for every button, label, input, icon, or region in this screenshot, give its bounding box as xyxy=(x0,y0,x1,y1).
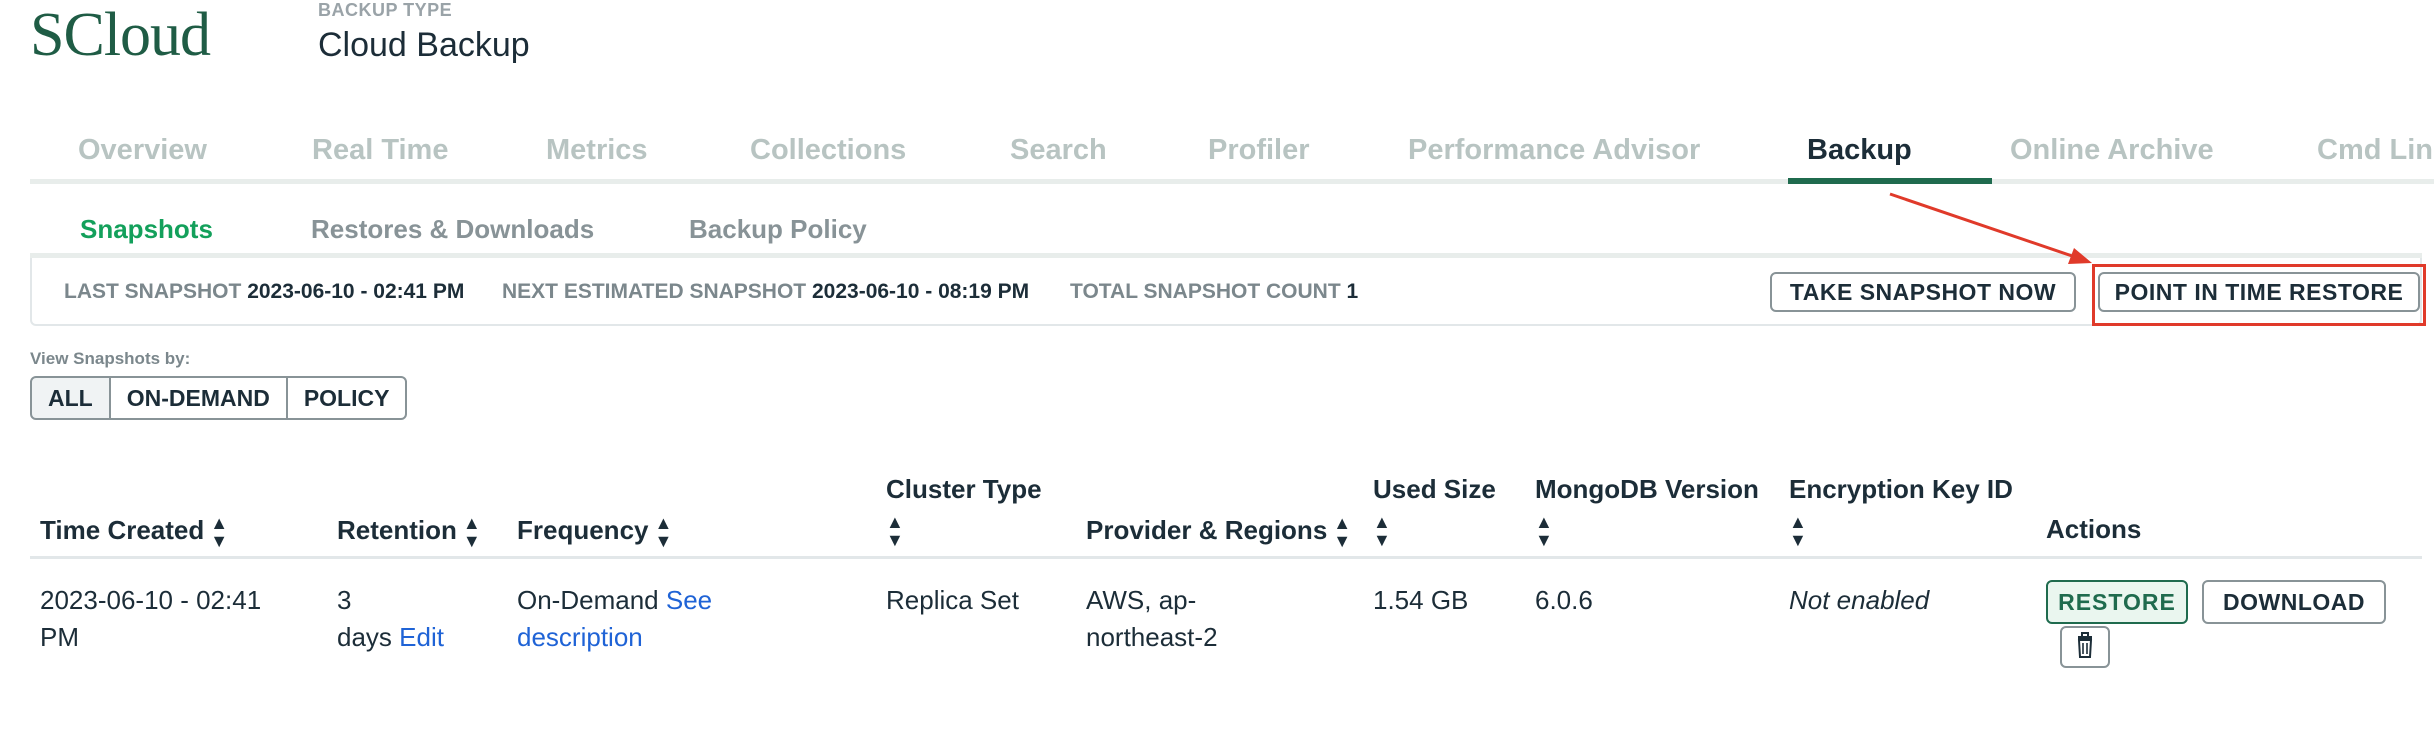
see-description-link[interactable]: description xyxy=(517,619,712,656)
tab-metrics[interactable]: Metrics xyxy=(546,134,648,167)
tab-collections[interactable]: Collections xyxy=(750,134,906,167)
tab-performance-advisor[interactable]: Performance Advisor xyxy=(1408,134,1700,167)
retention-value: 3 xyxy=(337,585,352,615)
subtab-snapshots[interactable]: Snapshots xyxy=(80,214,213,245)
next-snapshot-info: NEXT ESTIMATED SNAPSHOT 2023-06-10 - 08:… xyxy=(502,280,1029,304)
column-header-provider-regions[interactable]: Provider & Regions ▲ ▼ xyxy=(1086,514,1351,550)
retention-unit: days xyxy=(337,622,392,652)
cell-mongodb-version: 6.0.6 xyxy=(1535,585,1593,615)
backup-type-label: BACKUP TYPE xyxy=(318,0,453,20)
see-description-link[interactable]: See xyxy=(666,585,712,615)
trash-icon xyxy=(2077,632,2093,658)
frequency-value: On-Demand xyxy=(517,585,659,615)
backup-type-value: Cloud Backup xyxy=(318,26,530,64)
tab-backup[interactable]: Backup xyxy=(1807,134,1912,167)
cell-retention: 3 days Edit xyxy=(337,582,444,656)
filter-policy-button[interactable]: POLICY xyxy=(285,376,408,420)
tab-profiler[interactable]: Profiler xyxy=(1208,134,1310,167)
column-header-frequency[interactable]: Frequency ▲ ▼ xyxy=(517,514,672,550)
sort-icon[interactable]: ▲ ▼ xyxy=(655,514,673,550)
column-header-time-created[interactable]: Time Created ▲ ▼ xyxy=(40,514,228,550)
column-label: Provider & Regions xyxy=(1086,514,1328,545)
cell-cluster-type: Replica Set xyxy=(886,585,1019,615)
column-label: Used Size xyxy=(1373,474,1496,504)
filter-all-button[interactable]: ALL xyxy=(30,376,111,420)
cell-time-created: 2023-06-10 - 02:41 PM xyxy=(40,582,261,656)
column-label: Time Created xyxy=(40,514,205,545)
brand-logo[interactable]: SCloud xyxy=(30,0,211,70)
column-header-cluster-type[interactable]: Cluster Type ▲ ▼ xyxy=(886,474,1042,549)
column-label: Actions xyxy=(2046,514,2142,544)
sort-icon[interactable]: ▲ ▼ xyxy=(210,514,228,550)
total-count-info: TOTAL SNAPSHOT COUNT 1 xyxy=(1070,280,1358,304)
column-label: Frequency xyxy=(517,514,649,545)
delete-snapshot-button[interactable] xyxy=(2060,626,2110,668)
main-tabs: Overview Real Time Metrics Collections S… xyxy=(30,120,2434,184)
provider-line: northeast-2 xyxy=(1086,622,1218,652)
subtab-backup-policy[interactable]: Backup Policy xyxy=(689,214,867,245)
tab-overview[interactable]: Overview xyxy=(78,134,207,167)
sub-tabs: Snapshots Restores & Downloads Backup Po… xyxy=(30,208,2422,258)
sort-icon[interactable]: ▲ ▼ xyxy=(1789,513,1807,549)
column-header-encryption-key-id[interactable]: Encryption Key ID ▲ ▼ xyxy=(1789,474,2013,549)
cell-provider-regions: AWS, ap- northeast-2 xyxy=(1086,582,1218,656)
column-label: Retention xyxy=(337,514,457,545)
subtab-restores-downloads[interactable]: Restores & Downloads xyxy=(311,214,594,245)
edit-retention-link[interactable]: Edit xyxy=(399,622,444,652)
column-header-used-size[interactable]: Used Size ▲ ▼ xyxy=(1373,474,1496,549)
snapshot-info-bar: LAST SNAPSHOT 2023-06-10 - 02:41 PM NEXT… xyxy=(30,258,2422,326)
provider-line: AWS, ap- xyxy=(1086,585,1197,615)
next-snapshot-value: 2023-06-10 - 08:19 PM xyxy=(811,280,1030,303)
last-snapshot-info: LAST SNAPSHOT 2023-06-10 - 02:41 PM xyxy=(64,280,464,304)
restore-button[interactable]: RESTORE xyxy=(2046,580,2188,624)
sort-icon[interactable]: ▲ ▼ xyxy=(1535,513,1553,549)
cell-used-size: 1.54 GB xyxy=(1373,585,1469,615)
annotation-highlight-box xyxy=(2092,264,2426,326)
last-snapshot-label: LAST SNAPSHOT xyxy=(64,280,242,303)
tab-online-archive[interactable]: Online Archive xyxy=(2010,134,2214,167)
sort-icon[interactable]: ▲ ▼ xyxy=(1373,513,1391,549)
tab-cmd-line[interactable]: Cmd Lin xyxy=(2317,134,2433,167)
sort-icon[interactable]: ▲ ▼ xyxy=(463,514,481,550)
column-label: MongoDB Version xyxy=(1535,474,1759,504)
column-header-mongodb-version[interactable]: MongoDB Version ▲ ▼ xyxy=(1535,474,1759,549)
take-snapshot-now-button[interactable]: TAKE SNAPSHOT NOW xyxy=(1770,272,2076,312)
column-label: Encryption Key ID xyxy=(1789,474,2013,504)
filter-on-demand-button[interactable]: ON-DEMAND xyxy=(108,376,288,420)
download-button[interactable]: DOWNLOAD xyxy=(2202,580,2386,624)
tab-real-time[interactable]: Real Time xyxy=(312,134,448,167)
cell-encryption-key-id: Not enabled xyxy=(1789,585,1930,615)
cell-frequency: On-Demand See description xyxy=(517,582,712,656)
time-created-line: PM xyxy=(40,622,79,652)
column-label: Cluster Type xyxy=(886,474,1042,504)
column-header-retention[interactable]: Retention ▲ ▼ xyxy=(337,514,481,550)
sort-icon[interactable]: ▲ ▼ xyxy=(886,513,904,549)
last-snapshot-value: 2023-06-10 - 02:41 PM xyxy=(247,280,465,303)
total-count-value: 1 xyxy=(1346,280,1359,303)
tab-search[interactable]: Search xyxy=(1010,134,1107,167)
table-header-divider xyxy=(30,556,2422,559)
total-count-label: TOTAL SNAPSHOT COUNT xyxy=(1070,280,1341,303)
time-created-line: 2023-06-10 - 02:41 xyxy=(40,585,262,615)
sort-icon[interactable]: ▲ ▼ xyxy=(1333,514,1351,550)
column-header-actions: Actions xyxy=(2046,514,2141,545)
active-tab-indicator xyxy=(1788,178,1992,184)
view-snapshots-by-label: View Snapshots by: xyxy=(30,349,191,368)
next-snapshot-label: NEXT ESTIMATED SNAPSHOT xyxy=(502,280,807,303)
view-snapshots-by-toggle: ALL ON-DEMAND POLICY xyxy=(30,376,408,420)
